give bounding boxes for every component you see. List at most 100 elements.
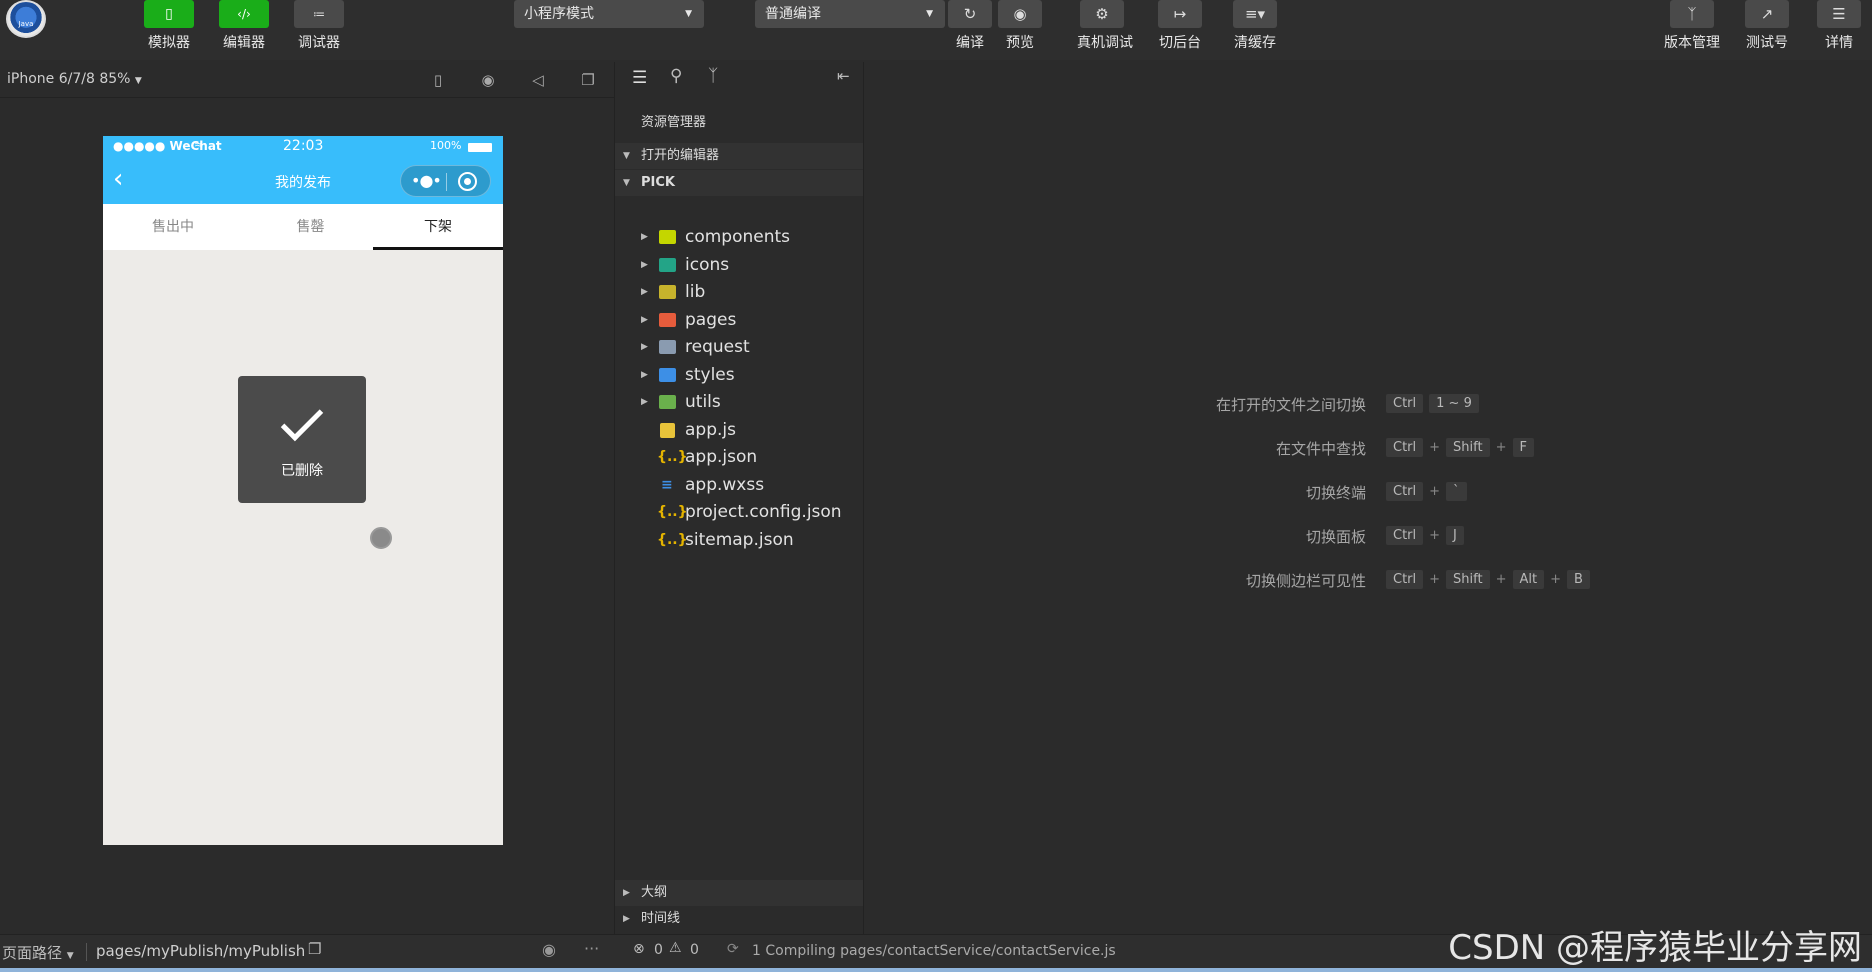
tree-item-label: pages — [685, 309, 737, 330]
top-toolbar: Java ▯ 模拟器 ‹/› 编辑器 ≔ 调试器 小程序模式 ▼ 普通编译 ▼ … — [0, 0, 1872, 60]
shortcut-label: 切换面板 — [1305, 528, 1366, 546]
background-button[interactable]: ↦ 切后台 — [1157, 0, 1203, 52]
project-section[interactable]: ▼ PICK — [615, 170, 863, 196]
plus-sign: + — [1429, 439, 1441, 455]
shortcut-label: 在打开的文件之间切换 — [1215, 396, 1366, 414]
plus-sign: + — [1429, 527, 1441, 543]
mode-select[interactable]: 小程序模式 ▼ — [514, 0, 704, 28]
compile-select[interactable]: 普通编译 ▼ — [755, 0, 945, 28]
battery-text: 100% — [430, 139, 462, 152]
tree-item-project-config-json[interactable]: {..} project.config.json — [615, 499, 863, 525]
tab-sold-out[interactable]: 售罄 — [243, 204, 378, 250]
phone-tabs: 售出中 售罄 下架 — [103, 204, 503, 250]
tab-removed[interactable]: 下架 — [373, 204, 503, 250]
git-branch-icon[interactable]: ᛉ — [708, 66, 718, 86]
explorer-list-icon[interactable]: ☰ — [632, 68, 647, 88]
tree-item-lib[interactable]: ▶ lib — [615, 279, 863, 305]
battery-icon — [468, 143, 492, 152]
folder-icon — [659, 340, 676, 354]
tree-item-label: lib — [685, 282, 706, 302]
tab-selling[interactable]: 售出中 — [103, 204, 243, 250]
more-icon[interactable]: ··· — [584, 939, 599, 958]
version-button[interactable]: ᛉ 版本管理 — [1662, 0, 1722, 52]
key-cap: Ctrl — [1386, 481, 1424, 501]
page-path-select[interactable]: 页面路径 ▼ — [2, 942, 74, 963]
editor-button[interactable]: ‹/› 编辑器 — [218, 0, 270, 52]
tree-item-label: components — [685, 227, 791, 247]
user-avatar[interactable]: Java — [6, 0, 46, 38]
folder-icon — [659, 257, 676, 272]
compile-label: 编译 — [956, 35, 984, 51]
eye-icon: ◉ — [998, 0, 1042, 28]
debugger-button[interactable]: ≔ 调试器 — [293, 0, 345, 52]
record-icon[interactable]: ◉ — [477, 70, 499, 90]
plus-sign: + — [1429, 483, 1441, 499]
preview-button[interactable]: ◉ 预览 — [997, 0, 1043, 52]
phone-screen: ●●●●● WeChat ≈ 22:03 100% ‹ 我的发布 •●• 售出中… — [103, 136, 503, 845]
compile-select-value: 普通编译 — [765, 6, 821, 22]
sliders-icon: ≔ — [294, 0, 344, 28]
tree-item-app-json[interactable]: {..} app.json — [615, 444, 863, 470]
shortcut-keys: Ctrl 1 ~ 9 — [1386, 392, 1479, 414]
caret-right-icon: ▶ — [641, 287, 648, 297]
capsule-menu: •●• — [400, 165, 491, 197]
open-editors-label: 打开的编辑器 — [641, 148, 720, 163]
warning-icon[interactable]: ⚠ — [669, 940, 682, 956]
tree-item-request[interactable]: ▶ request — [615, 334, 863, 360]
copy-icon[interactable]: ❐ — [308, 940, 321, 958]
details-button[interactable]: ☰ 详情 — [1816, 0, 1862, 52]
more-dots-icon[interactable]: •●• — [411, 171, 442, 190]
real-debug-button[interactable]: ⚙ 真机调试 — [1077, 0, 1133, 52]
compile-button[interactable]: ↻ 编译 — [947, 0, 993, 52]
eye-icon[interactable]: ◉ — [542, 940, 556, 959]
real-debug-label: 真机调试 — [1077, 35, 1133, 51]
timeline-section[interactable]: ▶ 时间线 — [615, 906, 863, 932]
key-cap: 1 ~ 9 — [1429, 393, 1479, 413]
key-cap: F — [1512, 437, 1534, 457]
layers-icon: ≡▾ — [1233, 0, 1277, 28]
switch-background-icon: ↦ — [1158, 0, 1202, 28]
tree-item-pages[interactable]: ▶ pages — [615, 307, 863, 333]
editor-label: 编辑器 — [223, 35, 265, 51]
tree-item-styles[interactable]: ▶ styles — [615, 362, 863, 388]
folder-icon — [659, 312, 676, 327]
caret-right-icon: ▶ — [641, 369, 648, 380]
tree-item-sitemap-json[interactable]: {..} sitemap.json — [615, 527, 863, 553]
tree-item-app-wxss[interactable]: ≡ app.wxss — [615, 472, 863, 498]
compile-status: 1 Compiling pages/contactService/contact… — [752, 943, 1116, 959]
key-cap: Ctrl — [1386, 437, 1424, 457]
close-mini-icon[interactable] — [458, 172, 477, 191]
watermark: CSDN @程序猿毕业分享网 — [1448, 928, 1862, 968]
popout-icon[interactable]: ❐ — [577, 70, 599, 90]
shortcut-keys: Ctrl + ` — [1386, 480, 1467, 502]
branch-icon: ᛉ — [1670, 0, 1714, 28]
folder-icon — [659, 367, 676, 382]
folder-icon — [659, 285, 676, 299]
error-icon[interactable]: ⊗ — [633, 941, 645, 957]
tree-item-icons[interactable]: ▶ icons — [615, 252, 863, 278]
device-select[interactable]: iPhone 6/7/8 85% ▼ — [7, 71, 142, 87]
check-icon — [280, 398, 324, 442]
caret-down-icon: ▼ — [134, 76, 142, 86]
search-icon[interactable]: ⚲ — [670, 66, 682, 86]
tree-item-utils[interactable]: ▶ utils — [615, 389, 863, 415]
phone-outline-icon[interactable]: ▯ — [427, 70, 449, 90]
tree-item-components[interactable]: ▶ components — [615, 224, 863, 250]
js-file-icon — [660, 422, 675, 438]
outline-section[interactable]: ▶ 大纲 — [615, 880, 863, 906]
timeline-label: 时间线 — [641, 911, 681, 926]
caret-down-icon: ▼ — [685, 9, 692, 19]
tree-item-app-js[interactable]: app.js — [615, 417, 863, 443]
caret-down-icon: ▼ — [623, 151, 630, 161]
test-id-button[interactable]: ↗ 测试号 — [1742, 0, 1792, 52]
simulator-button[interactable]: ▯ 模拟器 — [143, 0, 195, 52]
project-label: PICK — [641, 175, 675, 190]
open-editors-section[interactable]: ▼ 打开的编辑器 — [615, 143, 863, 169]
external-link-icon: ↗ — [1745, 0, 1789, 28]
collapse-sidebar-icon[interactable]: ⇤ — [837, 67, 850, 85]
caret-right-icon: ▶ — [623, 914, 630, 924]
clear-cache-button[interactable]: ≡▾ 清缓存 — [1232, 0, 1278, 52]
refresh-icon: ↻ — [948, 0, 992, 28]
caret-right-icon: ▶ — [641, 342, 648, 352]
volume-icon[interactable]: ◁ — [527, 70, 549, 90]
